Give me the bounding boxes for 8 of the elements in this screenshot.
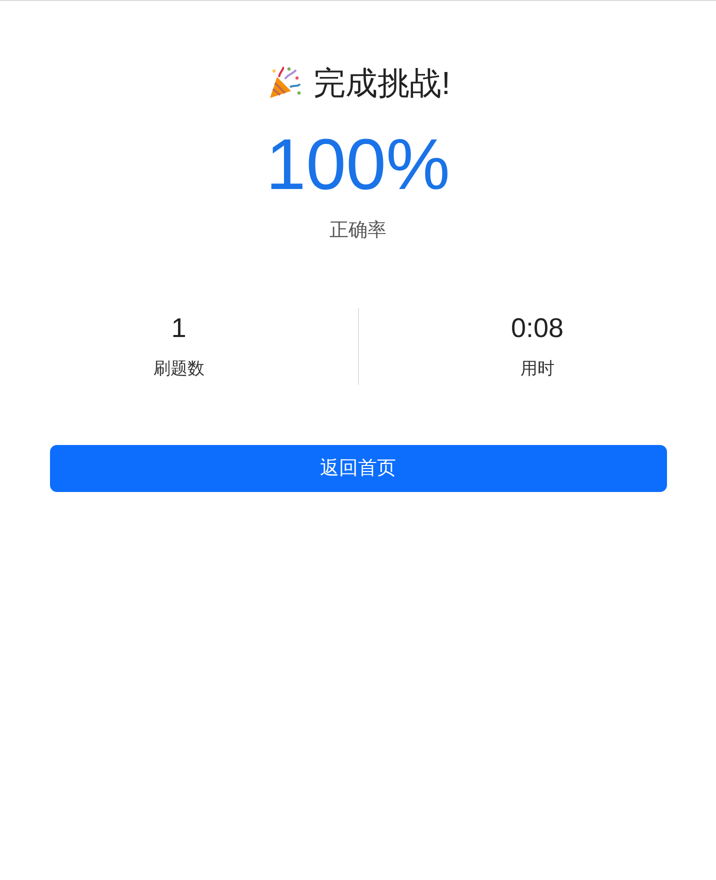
accuracy-value: 100% <box>266 129 450 201</box>
stat-value: 1 <box>171 312 186 344</box>
home-button[interactable]: 返回首页 <box>50 445 666 492</box>
page-title: 完成挑战! <box>314 64 450 103</box>
stat-label: 刷题数 <box>153 358 204 380</box>
accuracy-label: 正确率 <box>330 219 386 243</box>
stat-value: 0:08 <box>510 312 564 344</box>
stat-label: 用时 <box>520 358 554 380</box>
